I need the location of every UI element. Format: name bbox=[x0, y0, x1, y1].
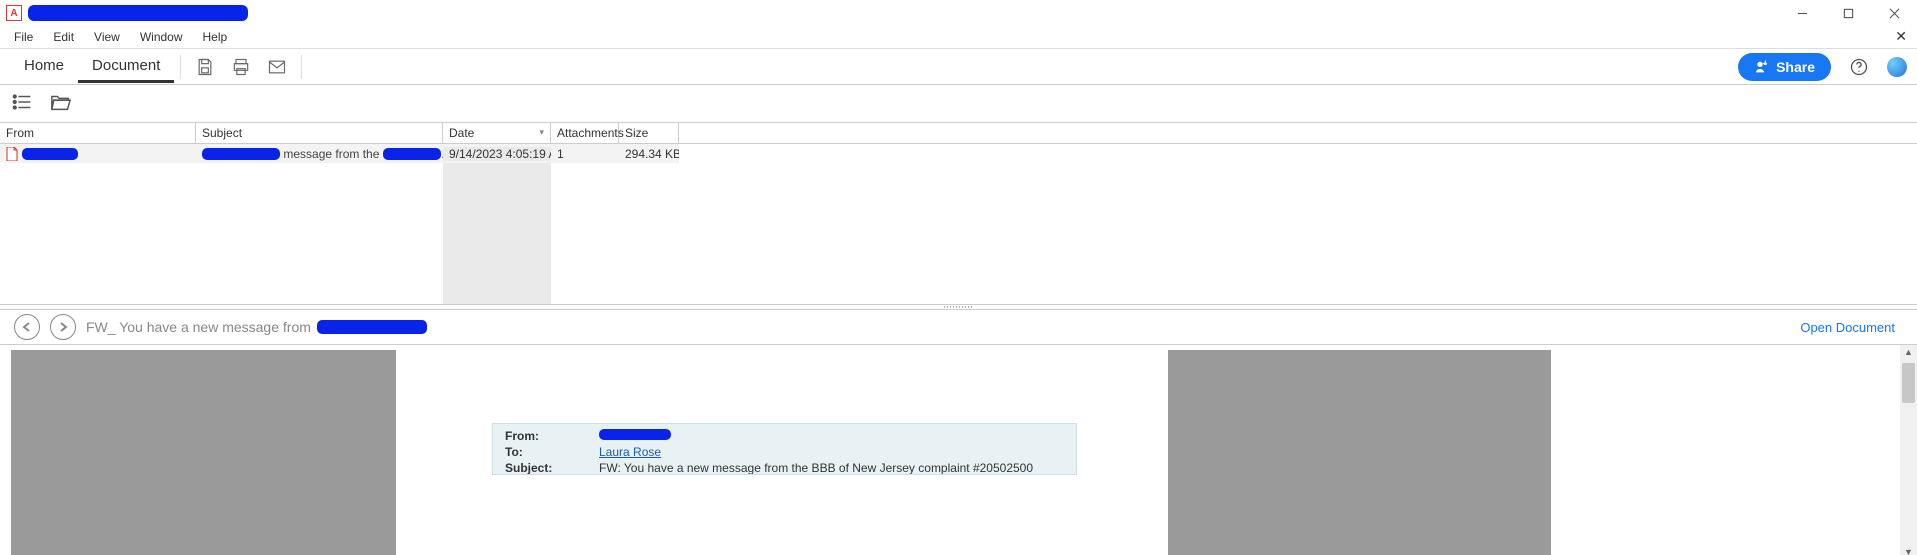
document-header: FW_ You have a new message from Open Doc… bbox=[0, 310, 1917, 344]
globe-icon[interactable] bbox=[1887, 57, 1907, 77]
pdf-file-icon bbox=[6, 147, 18, 161]
close-window-button[interactable] bbox=[1871, 0, 1917, 26]
help-icon[interactable] bbox=[1841, 49, 1877, 85]
menu-window[interactable]: Window bbox=[132, 28, 191, 46]
email-from-redacted bbox=[599, 429, 671, 440]
email-header-box: From: To: Laura Rose Subject: FW: You ha… bbox=[492, 423, 1077, 475]
from-redacted bbox=[22, 148, 78, 160]
preview-background-right bbox=[1168, 350, 1551, 555]
cell-subject: message from the … bbox=[196, 147, 443, 161]
preview-background-left bbox=[11, 350, 396, 555]
toolbar-separator bbox=[180, 55, 181, 79]
menu-edit[interactable]: Edit bbox=[45, 28, 82, 46]
open-folder-icon[interactable] bbox=[50, 92, 72, 115]
scroll-up-icon[interactable]: ▲ bbox=[1904, 347, 1913, 357]
column-header-size[interactable]: Size bbox=[619, 123, 679, 143]
vertical-scrollbar[interactable]: ▲ ▼ bbox=[1900, 345, 1917, 555]
email-to-value: Laura Rose bbox=[599, 445, 661, 459]
menu-file[interactable]: File bbox=[6, 28, 41, 46]
save-icon[interactable] bbox=[187, 49, 223, 85]
nav-prev-button[interactable] bbox=[14, 314, 40, 340]
menu-help[interactable]: Help bbox=[195, 28, 236, 46]
sub-toolbar bbox=[0, 85, 1917, 123]
share-label: Share bbox=[1776, 59, 1815, 75]
close-tab-button[interactable]: ✕ bbox=[1895, 28, 1907, 45]
scrollbar-thumb[interactable] bbox=[1902, 363, 1915, 403]
window-title-redacted bbox=[28, 5, 248, 21]
minimize-button[interactable] bbox=[1779, 0, 1825, 26]
scroll-down-icon[interactable]: ▼ bbox=[1904, 547, 1913, 555]
column-header-date[interactable]: Date▾ bbox=[443, 123, 551, 143]
app-icon: A bbox=[6, 5, 22, 21]
nav-next-button[interactable] bbox=[50, 314, 76, 340]
share-button[interactable]: Share bbox=[1738, 53, 1831, 81]
tab-document[interactable]: Document bbox=[78, 50, 174, 83]
preview-pane: From: To: Laura Rose Subject: FW: You ha… bbox=[0, 344, 1917, 555]
email-from-value bbox=[599, 429, 671, 443]
menu-bar: File Edit View Window Help ✕ bbox=[0, 26, 1917, 48]
open-document-link[interactable]: Open Document bbox=[1800, 320, 1903, 335]
email-subject-label: Subject: bbox=[505, 461, 599, 473]
email-to-label: To: bbox=[505, 445, 599, 459]
cell-from bbox=[0, 147, 196, 161]
email-icon[interactable] bbox=[259, 49, 295, 85]
print-icon[interactable] bbox=[223, 49, 259, 85]
table-body: message from the … 9/14/2023 4:05:19 AM … bbox=[0, 144, 1917, 304]
title-bar: A bbox=[0, 0, 1917, 26]
subject-redacted bbox=[202, 148, 280, 160]
tab-home[interactable]: Home bbox=[10, 50, 78, 83]
column-header-subject[interactable]: Subject bbox=[196, 123, 443, 143]
column-header-from[interactable]: From bbox=[0, 123, 196, 143]
cell-size: 294.34 KB bbox=[619, 147, 679, 161]
main-toolbar: Home Document Share bbox=[0, 49, 1917, 85]
date-column-highlight bbox=[443, 144, 551, 304]
list-view-icon[interactable] bbox=[12, 92, 34, 115]
subject-redacted-2 bbox=[383, 148, 441, 160]
email-to-link[interactable]: Laura Rose bbox=[599, 445, 661, 459]
maximize-button[interactable] bbox=[1825, 0, 1871, 26]
email-subject-value: FW: You have a new message from the BBB … bbox=[599, 461, 1033, 473]
cell-attachments: 1 bbox=[551, 147, 619, 161]
doc-title-redacted bbox=[317, 320, 427, 334]
table-row[interactable]: message from the … 9/14/2023 4:05:19 AM … bbox=[0, 144, 679, 163]
sort-indicator-icon: ▾ bbox=[539, 127, 544, 138]
cell-date: 9/14/2023 4:05:19 AM bbox=[443, 147, 551, 161]
toolbar-separator bbox=[301, 55, 302, 79]
column-header-attachments[interactable]: Attachments bbox=[551, 123, 619, 143]
document-title: FW_ You have a new message from bbox=[86, 319, 427, 335]
table-header: From Subject Date▾ Attachments Size bbox=[0, 123, 1917, 144]
menu-view[interactable]: View bbox=[86, 28, 128, 46]
email-from-label: From: bbox=[505, 429, 599, 443]
